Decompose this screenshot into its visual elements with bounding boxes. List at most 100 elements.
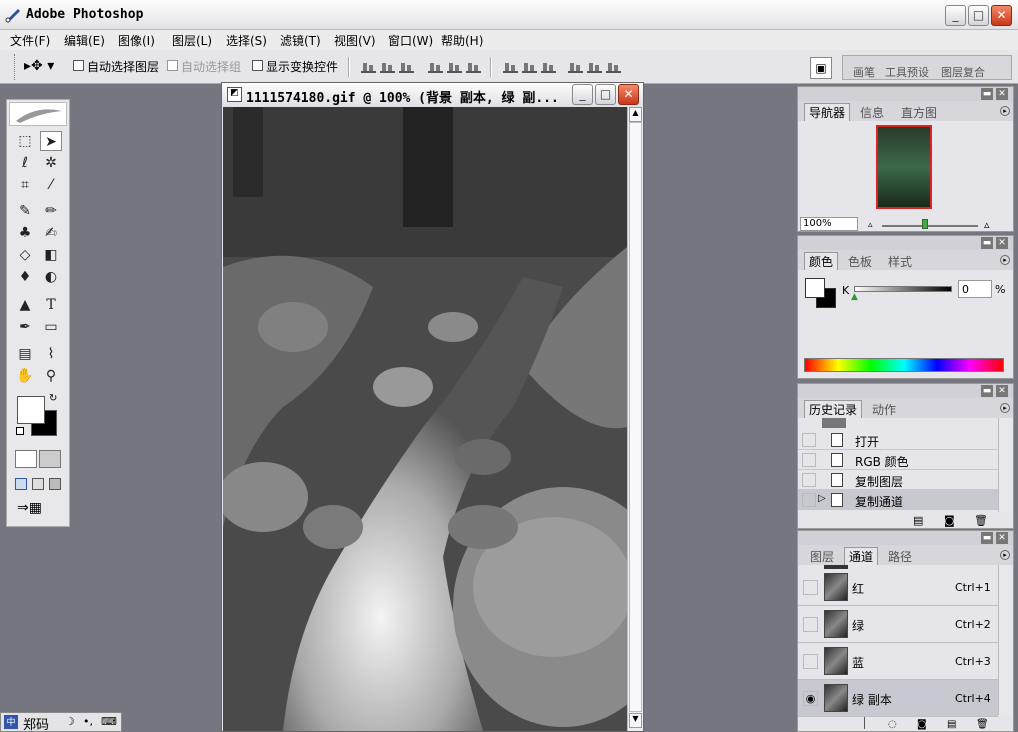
panel-menu-icon[interactable]: ▸ bbox=[1000, 106, 1010, 116]
panel-minimize-icon[interactable]: ▬ bbox=[981, 532, 993, 544]
file-browser-icon[interactable]: ▣ bbox=[810, 57, 832, 79]
panel-menu-icon[interactable]: ▸ bbox=[1000, 403, 1010, 413]
lasso-tool-icon[interactable]: ℓ bbox=[14, 153, 36, 173]
align-top-icon[interactable] bbox=[361, 61, 376, 73]
doc-minimize-button[interactable]: _ bbox=[572, 84, 593, 105]
tab-navigator[interactable]: 导航器 bbox=[804, 103, 851, 121]
move-tool-icon[interactable]: ➤ bbox=[40, 131, 62, 151]
delete-state-icon[interactable]: 🗑 bbox=[974, 514, 988, 527]
zoom-in-icon[interactable]: ▵ bbox=[984, 218, 990, 231]
panel-close-icon[interactable]: ✕ bbox=[996, 88, 1008, 100]
delete-channel-icon[interactable]: 🗑 bbox=[976, 719, 989, 730]
tab-info[interactable]: 信息 bbox=[860, 104, 884, 121]
zoom-out-icon[interactable]: ▵ bbox=[868, 220, 873, 230]
soft-keyboard-icon[interactable]: ⌨ bbox=[101, 715, 117, 728]
history-item[interactable]: 打开 bbox=[798, 430, 998, 450]
k-slider-handle-icon[interactable]: ▲ bbox=[851, 292, 858, 302]
menu-filter[interactable]: 滤镜(T) bbox=[280, 32, 321, 49]
menu-help[interactable]: 帮助(H) bbox=[441, 32, 483, 49]
k-value-field[interactable]: 0 bbox=[958, 280, 992, 298]
scroll-thumb[interactable] bbox=[629, 122, 642, 712]
scroll-down-icon[interactable]: ▼ bbox=[629, 713, 642, 728]
new-document-from-state-icon[interactable]: ▤ bbox=[913, 514, 923, 527]
visibility-box[interactable] bbox=[803, 617, 818, 632]
navigator-thumbnail[interactable] bbox=[876, 125, 932, 209]
history-source-box[interactable] bbox=[802, 433, 816, 447]
tab-swatches[interactable]: 色板 bbox=[848, 253, 872, 270]
history-source-box[interactable] bbox=[802, 473, 816, 487]
shape-tool-icon[interactable]: ▭ bbox=[40, 317, 62, 337]
visibility-box[interactable] bbox=[803, 654, 818, 669]
dodge-tool-icon[interactable]: ◐ bbox=[40, 267, 62, 287]
new-snapshot-icon[interactable]: ◙ bbox=[944, 514, 955, 527]
align-hcenter-icon[interactable] bbox=[447, 61, 462, 73]
well-tab-layer-comps[interactable]: 图层复合 bbox=[941, 64, 985, 80]
clone-stamp-tool-icon[interactable]: ♣ bbox=[14, 223, 36, 243]
history-source-box[interactable] bbox=[802, 493, 816, 507]
channel-row[interactable]: 红 Ctrl+1 bbox=[798, 569, 998, 606]
k-slider-track[interactable] bbox=[854, 286, 952, 292]
notes-tool-icon[interactable]: ▤ bbox=[14, 344, 36, 364]
save-selection-channel-icon[interactable]: ◙ bbox=[917, 719, 927, 730]
tab-channels[interactable]: 通道 bbox=[844, 547, 879, 565]
well-tab-brushes[interactable]: 画笔 bbox=[853, 64, 875, 80]
well-tab-tool-presets[interactable]: 工具预设 bbox=[885, 64, 929, 80]
tab-actions[interactable]: 动作 bbox=[872, 401, 896, 418]
channel-row[interactable]: 绿 Ctrl+2 bbox=[798, 606, 998, 643]
history-item-active[interactable]: ▷ 复制通道 bbox=[798, 490, 998, 510]
doc-maximize-button[interactable]: □ bbox=[595, 84, 616, 105]
snapshot-thumbnail[interactable] bbox=[822, 418, 846, 428]
distribute-bottom-icon[interactable] bbox=[541, 61, 556, 73]
hand-tool-icon[interactable]: ✋ bbox=[14, 366, 36, 386]
marquee-tool-icon[interactable]: ⬚ bbox=[14, 131, 36, 151]
align-left-icon[interactable] bbox=[428, 61, 443, 73]
options-grip[interactable] bbox=[14, 54, 16, 80]
type-tool-icon[interactable]: T bbox=[40, 295, 62, 315]
panel-close-icon[interactable]: ✕ bbox=[996, 385, 1008, 397]
zoom-slider-handle[interactable] bbox=[922, 219, 928, 229]
history-brush-tool-icon[interactable]: ✍ bbox=[40, 223, 62, 243]
align-vcenter-icon[interactable] bbox=[380, 61, 395, 73]
close-button[interactable]: ✕ bbox=[991, 5, 1012, 26]
blur-tool-icon[interactable]: ♦ bbox=[14, 267, 36, 287]
menu-layer[interactable]: 图层(L) bbox=[172, 32, 212, 49]
menu-image[interactable]: 图像(I) bbox=[118, 32, 155, 49]
panel-close-icon[interactable]: ✕ bbox=[996, 532, 1008, 544]
panel-minimize-icon[interactable]: ▬ bbox=[981, 385, 993, 397]
history-source-box[interactable] bbox=[802, 453, 816, 467]
distribute-left-icon[interactable] bbox=[568, 61, 583, 73]
panel-menu-icon[interactable]: ▸ bbox=[1000, 255, 1010, 265]
channel-row[interactable]: 蓝 Ctrl+3 bbox=[798, 643, 998, 680]
panel-close-icon[interactable]: ✕ bbox=[996, 237, 1008, 249]
channel-row-active[interactable]: ◉ 绿 副本 Ctrl+4 bbox=[798, 680, 998, 717]
document-vertical-scrollbar[interactable]: ▲ ▼ bbox=[627, 107, 643, 731]
tab-color[interactable]: 颜色 bbox=[804, 252, 839, 270]
maximize-button[interactable]: □ bbox=[968, 5, 989, 26]
healing-brush-tool-icon[interactable]: ✎ bbox=[14, 201, 36, 221]
menu-file[interactable]: 文件(F) bbox=[10, 32, 50, 49]
distribute-top-icon[interactable] bbox=[503, 61, 518, 73]
menu-window[interactable]: 窗口(W) bbox=[388, 32, 433, 49]
gradient-tool-icon[interactable]: ◧ bbox=[40, 245, 62, 265]
menu-select[interactable]: 选择(S) bbox=[226, 32, 267, 49]
channels-scrollbar[interactable] bbox=[998, 565, 1012, 715]
feather-logo-icon[interactable] bbox=[9, 102, 67, 126]
tab-histogram[interactable]: 直方图 bbox=[901, 104, 937, 121]
standard-screen-icon[interactable] bbox=[15, 478, 27, 490]
distribute-right-icon[interactable] bbox=[606, 61, 621, 73]
foreground-swatch[interactable] bbox=[805, 278, 825, 298]
align-bottom-icon[interactable] bbox=[399, 61, 414, 73]
minimize-button[interactable]: _ bbox=[945, 5, 966, 26]
eyedropper-tool-icon[interactable]: ⌇ bbox=[40, 344, 62, 364]
crop-tool-icon[interactable]: ⌗ bbox=[14, 175, 36, 195]
jump-to-imageready-icon[interactable]: ⇒▦ bbox=[17, 500, 61, 520]
menu-edit[interactable]: 编辑(E) bbox=[64, 32, 105, 49]
tab-paths[interactable]: 路径 bbox=[888, 548, 912, 565]
history-item[interactable]: 复制图层 bbox=[798, 470, 998, 490]
punctuation-icon[interactable]: •, bbox=[83, 715, 93, 728]
menu-view[interactable]: 视图(V) bbox=[334, 32, 376, 49]
panel-menu-icon[interactable]: ▸ bbox=[1000, 550, 1010, 560]
magic-wand-tool-icon[interactable]: ✲ bbox=[40, 153, 62, 173]
standard-mode-icon[interactable] bbox=[15, 450, 37, 468]
history-item[interactable]: RGB 颜色 bbox=[798, 450, 998, 470]
